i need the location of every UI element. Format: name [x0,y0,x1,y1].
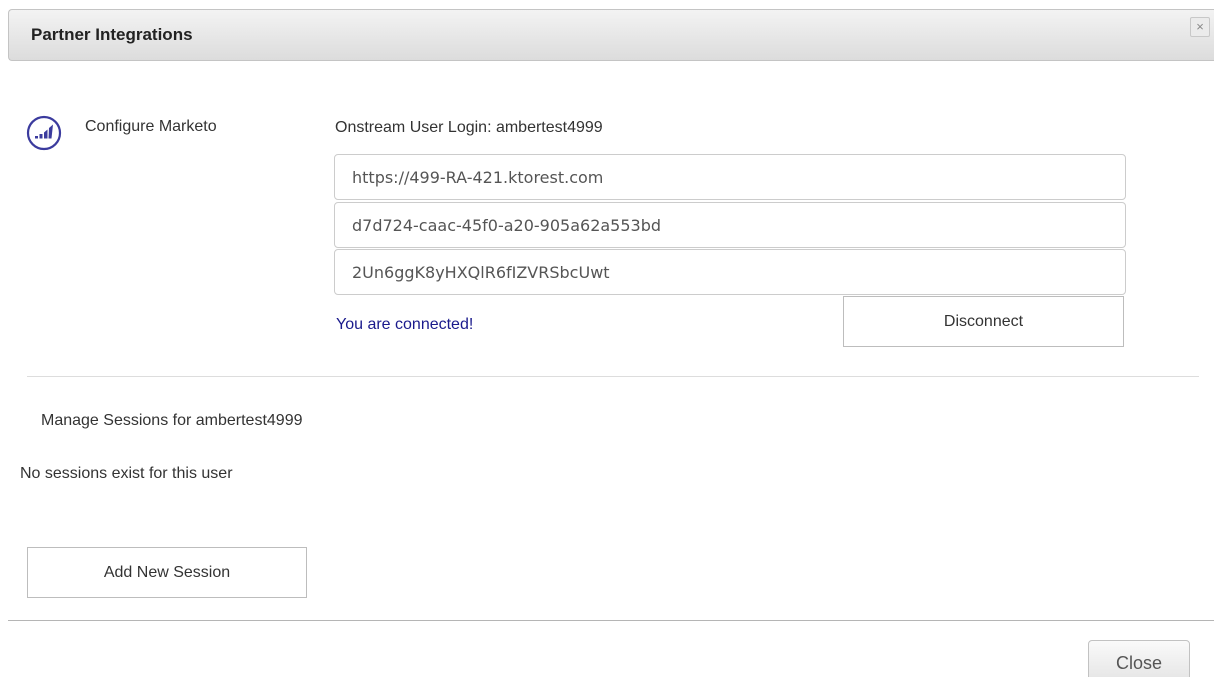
section-divider [27,376,1199,377]
partner-integrations-dialog: Partner Integrations × Configure Marketo… [0,0,1214,677]
close-button[interactable]: Close [1088,640,1190,677]
dialog-titlebar: Partner Integrations [8,9,1214,61]
client-id-field[interactable] [334,202,1126,248]
endpoint-url-field[interactable] [334,154,1126,200]
dialog-title: Partner Integrations [31,25,193,44]
footer-divider [8,620,1214,621]
close-icon[interactable]: × [1190,17,1210,37]
marketo-icon [26,115,62,151]
client-secret-field[interactable] [334,249,1126,295]
configure-marketo-label: Configure Marketo [85,118,217,135]
empty-sessions-message: No sessions exist for this user [20,465,233,482]
disconnect-button[interactable]: Disconnect [843,296,1124,347]
user-login-label: Onstream User Login: ambertest4999 [335,119,603,136]
manage-sessions-heading: Manage Sessions for ambertest4999 [41,412,303,429]
add-new-session-button[interactable]: Add New Session [27,547,307,598]
connection-status: You are connected! [336,316,474,333]
